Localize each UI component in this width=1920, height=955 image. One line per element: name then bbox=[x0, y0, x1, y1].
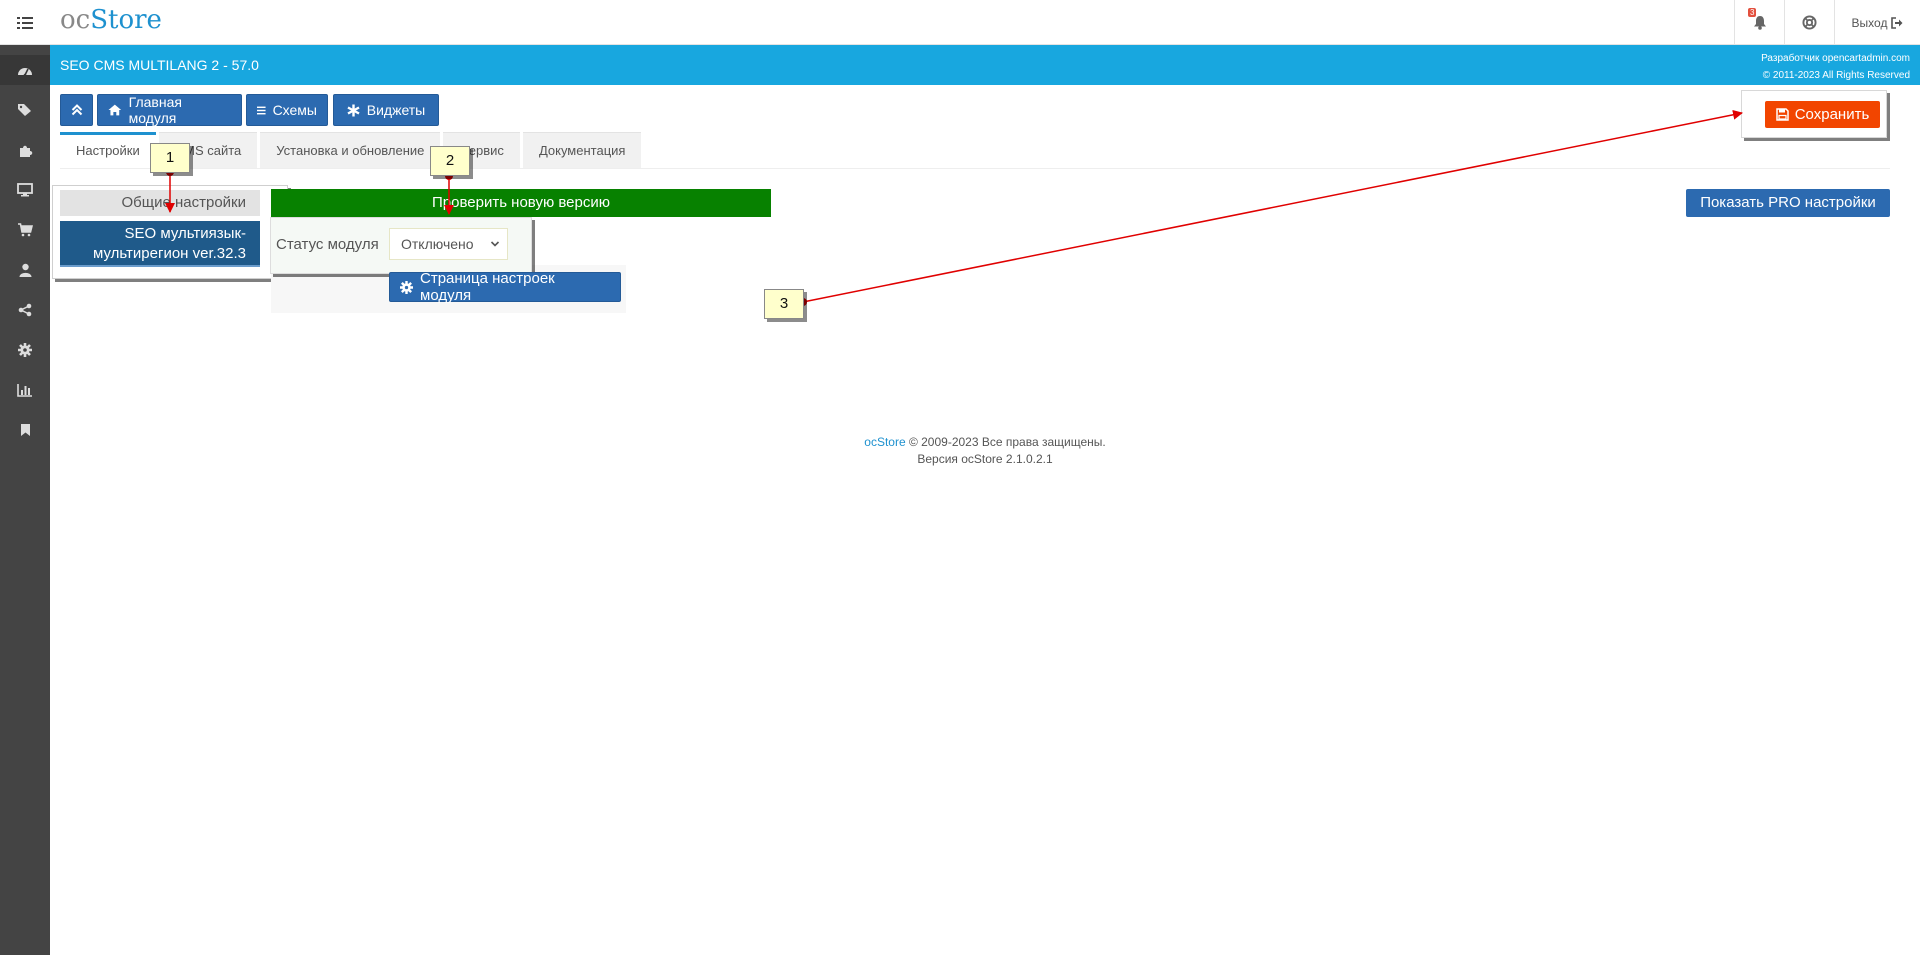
puzzle-icon bbox=[19, 145, 32, 157]
notifications-button[interactable]: 3 bbox=[1734, 0, 1784, 45]
top-bar: ocStore 3 Выход bbox=[0, 0, 1920, 45]
annotation-3: 3 bbox=[764, 289, 804, 319]
chevron-down-icon bbox=[490, 229, 500, 269]
sidebar-item-extensions[interactable] bbox=[0, 135, 50, 165]
sidebar-item-design[interactable] bbox=[0, 175, 50, 205]
life-ring-icon bbox=[1802, 15, 1817, 30]
tags-icon bbox=[18, 104, 31, 116]
asterisk-icon bbox=[347, 104, 360, 116]
developer-info: Разработчик opencartadmin.com © 2011-202… bbox=[1761, 50, 1910, 84]
footer-brand-link[interactable]: ocStore bbox=[864, 435, 905, 449]
check-version-button[interactable]: Проверить новую версию bbox=[271, 189, 771, 217]
tab-install-update[interactable]: Установка и обновление bbox=[260, 132, 441, 168]
home-icon bbox=[108, 104, 122, 116]
bar-chart-icon bbox=[17, 384, 32, 397]
sidebar-item-system[interactable] bbox=[0, 335, 50, 365]
developer-link[interactable]: Разработчик opencartadmin.com bbox=[1761, 50, 1910, 67]
status-label: Статус модуля bbox=[276, 236, 379, 253]
widgets-button[interactable]: Виджеты bbox=[333, 94, 439, 126]
nav-seo-multilang[interactable]: SEO мультиязык-мультирегион ver.32.3 bbox=[60, 221, 260, 267]
logout-button[interactable]: Выход bbox=[1834, 0, 1920, 45]
tabs-divider bbox=[60, 168, 1890, 169]
cart-icon bbox=[18, 223, 33, 237]
user-icon bbox=[19, 263, 31, 277]
topbar-actions: 3 Выход bbox=[1734, 0, 1920, 45]
annotation-2: 2 bbox=[430, 146, 470, 176]
module-header: SEO CMS MULTILANG 2 - 57.0 Разработчик o… bbox=[50, 45, 1920, 85]
module-home-label: Главная модуля bbox=[128, 94, 182, 126]
status-select-value: Отключено bbox=[401, 236, 474, 252]
double-chevron-up-icon bbox=[71, 104, 82, 116]
settings-page-button[interactable]: Страница настроек модуля bbox=[389, 270, 621, 304]
sidebar-item-dashboard[interactable] bbox=[0, 55, 50, 85]
tab-settings[interactable]: Настройки bbox=[60, 132, 156, 168]
bars-icon bbox=[257, 106, 266, 114]
show-pro-settings-button[interactable]: Показать PRO настройки bbox=[1686, 189, 1890, 217]
sidebar-item-marketing[interactable] bbox=[0, 295, 50, 325]
save-button[interactable]: Сохранить bbox=[1765, 101, 1880, 128]
schemes-label: Схемы bbox=[272, 102, 317, 118]
desktop-icon bbox=[17, 183, 33, 197]
sidebar-item-sales[interactable] bbox=[0, 215, 50, 245]
settings-page-label: Страница настроек модуля bbox=[420, 270, 555, 304]
cog-icon bbox=[18, 343, 32, 357]
floppy-disk-icon bbox=[1775, 108, 1789, 121]
share-icon bbox=[18, 303, 32, 317]
module-title: SEO CMS MULTILANG 2 - 57.0 bbox=[60, 57, 259, 73]
sidebar-item-customers[interactable] bbox=[0, 255, 50, 285]
bell-icon bbox=[1753, 16, 1766, 30]
copyright-text: © 2011-2023 All Rights Reserved bbox=[1762, 70, 1910, 81]
dashboard-icon bbox=[18, 68, 32, 76]
arrow-3 bbox=[802, 109, 1743, 303]
widgets-label: Виджеты bbox=[366, 102, 426, 118]
footer-version: Версия ocStore 2.1.0.2.1 bbox=[917, 452, 1053, 466]
status-select[interactable]: Отключено bbox=[389, 228, 508, 260]
save-label: Сохранить bbox=[1794, 106, 1870, 123]
nav-general-settings[interactable]: Общие настройки bbox=[60, 190, 260, 216]
tab-docs[interactable]: Документация bbox=[522, 132, 642, 168]
annotation-1: 1 bbox=[150, 143, 190, 173]
sidebar bbox=[0, 45, 50, 955]
bookmark-icon bbox=[20, 424, 30, 436]
ocstore-logo[interactable]: ocStore bbox=[60, 5, 162, 35]
logout-label: Выход bbox=[1851, 15, 1888, 30]
module-home-button[interactable]: Главная модуля bbox=[97, 94, 242, 126]
help-button[interactable] bbox=[1784, 0, 1834, 45]
settings-tabs: Настройки CMS сайта Установка и обновлен… bbox=[60, 132, 642, 168]
schemes-button[interactable]: Схемы bbox=[246, 94, 328, 126]
notification-badge: 3 bbox=[1748, 8, 1757, 17]
footer-copyright: ocStore © 2009-2023 Все права защищены. bbox=[50, 434, 1920, 451]
menu-toggle-icon[interactable] bbox=[0, 0, 50, 45]
sidebar-item-catalog[interactable] bbox=[0, 95, 50, 125]
footer-rights: © 2009-2023 Все права защищены. bbox=[905, 435, 1106, 449]
collapse-button[interactable] bbox=[60, 94, 93, 126]
cog-icon bbox=[400, 280, 413, 294]
sign-out-icon bbox=[1891, 16, 1903, 29]
sidebar-item-reports[interactable] bbox=[0, 375, 50, 405]
sidebar-item-bookmarks[interactable] bbox=[0, 415, 50, 445]
